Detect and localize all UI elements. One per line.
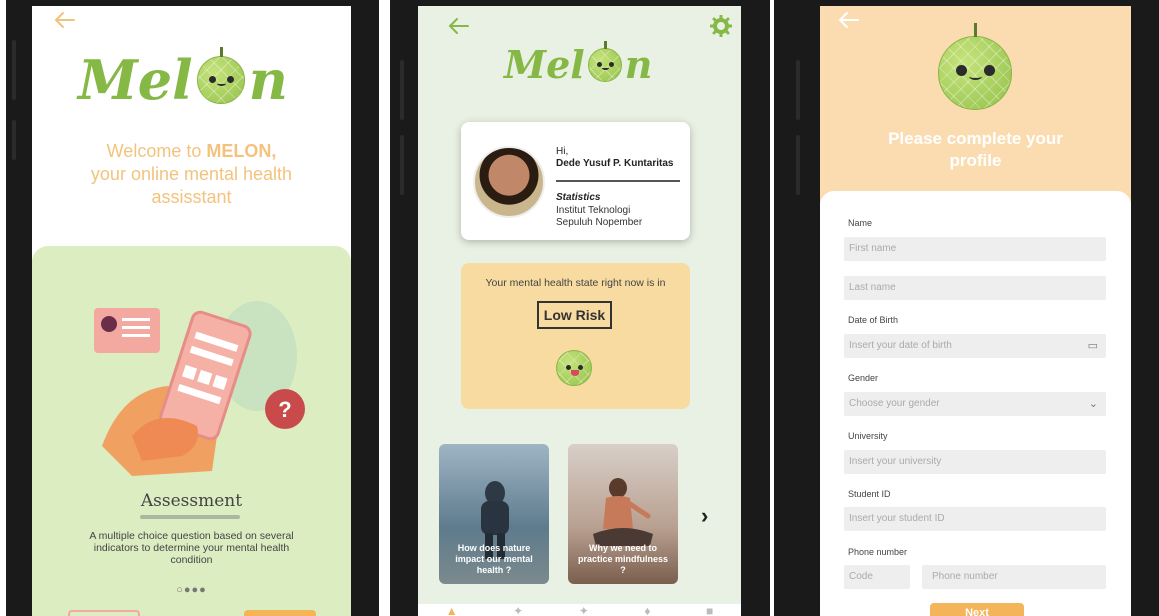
melon-mascot-icon	[556, 350, 592, 386]
welcome-message: Welcome to MELON, your online mental hea…	[32, 140, 351, 209]
meditation-image	[593, 478, 653, 546]
student-id-label: Student ID	[848, 489, 891, 499]
arrow-left-icon[interactable]	[52, 10, 76, 30]
dob-input[interactable]: Insert your date of birth ▭	[844, 334, 1106, 358]
state-text: Your mental health state right now is in	[485, 277, 666, 289]
department: Statistics	[556, 192, 601, 203]
university-placeholder: Insert your university	[849, 456, 942, 467]
logo-text-suffix: n	[248, 48, 288, 112]
chevron-down-icon[interactable]: ⌄	[1089, 392, 1098, 416]
welcome-line3: assisstant	[151, 187, 232, 207]
welcome-line1: Welcome to	[106, 141, 207, 161]
last-name-input[interactable]: Last name	[844, 276, 1106, 300]
user-name: Dede Yusuf P. Kuntaritas	[556, 158, 674, 169]
consult-nav-icon[interactable]: ✦	[579, 604, 589, 616]
divider	[556, 180, 680, 182]
pager-dots[interactable]: ○●●●	[32, 584, 351, 596]
melon-logo: Mel n	[78, 47, 288, 112]
avatar	[473, 146, 545, 218]
article-caption: Why we need to practice mindfulness ?	[577, 543, 669, 575]
code-placeholder: Code	[849, 571, 873, 582]
article-card-nature[interactable]: How does nature impact our mental health…	[439, 444, 549, 584]
student-id-input[interactable]: Insert your student ID	[844, 507, 1106, 531]
assessment-title: Assessment	[140, 491, 243, 511]
logo-text-suffix: n	[624, 42, 653, 87]
next-button[interactable]: Next	[930, 603, 1024, 616]
side-button	[796, 60, 800, 120]
side-button	[400, 60, 404, 120]
phone-welcome: Mel n Welcome to MELON, your online ment…	[6, 0, 379, 616]
gender-placeholder: Choose your gender	[849, 398, 940, 409]
dashboard-screen: Mel n Hi, Dede Yusuf P. Kuntaritas Stati…	[418, 6, 741, 616]
welcome-screen: Mel n Welcome to MELON, your online ment…	[32, 6, 351, 616]
assessment-description: A multiple choice question based on seve…	[89, 530, 294, 566]
title-underline	[140, 515, 240, 519]
risk-level-badge: Low Risk	[537, 301, 612, 329]
institution-line2: Sepuluh Nopember	[556, 217, 643, 228]
dob-label: Date of Birth	[848, 315, 899, 325]
melon-mascot-icon	[587, 40, 622, 82]
article-caption: How does nature impact our mental health…	[455, 543, 533, 575]
calendar-icon[interactable]: ▭	[1088, 334, 1098, 358]
logo-text-prefix: Mel	[78, 48, 193, 112]
phone-profile-form: Please complete your profile Name First …	[774, 0, 1159, 616]
assessment-illustration: ?	[94, 301, 305, 476]
svg-text:?: ?	[278, 397, 291, 422]
gear-icon[interactable]	[710, 15, 732, 37]
welcome-line2: your online mental health	[90, 164, 293, 184]
profile-card[interactable]: Hi, Dede Yusuf P. Kuntaritas Statistics …	[461, 122, 690, 240]
page-title: Please complete your profile	[888, 129, 1063, 170]
arrow-left-icon[interactable]	[836, 10, 860, 30]
side-button	[12, 40, 16, 100]
assessment-nav-icon[interactable]: ✦	[513, 604, 523, 616]
chevron-right-icon[interactable]: ›	[701, 503, 708, 529]
phone-code-input[interactable]: Code	[844, 565, 910, 589]
mental-state-card[interactable]: Your mental health state right now is in…	[461, 263, 690, 409]
institution-line1: Institut Teknologi	[556, 205, 631, 216]
greeting: Hi,	[556, 146, 569, 157]
profile-nav-icon[interactable]: ■	[706, 604, 713, 616]
phone-dashboard: Mel n Hi, Dede Yusuf P. Kuntaritas Stati…	[390, 0, 770, 616]
university-input[interactable]: Insert your university	[844, 450, 1106, 474]
arrow-left-icon[interactable]	[446, 16, 470, 36]
next-button[interactable]	[244, 610, 316, 616]
melon-logo: Mel n	[504, 40, 653, 87]
phone-number-input[interactable]: Phone number	[922, 565, 1106, 589]
dob-placeholder: Insert your date of birth	[849, 340, 952, 351]
profile-form-screen: Please complete your profile Name First …	[820, 6, 1131, 616]
phone-label: Phone number	[848, 547, 908, 557]
bottom-navigation: ▲ ✦ ✦ ♦ ■	[418, 604, 741, 616]
article-nav-icon[interactable]: ♦	[644, 604, 650, 616]
phone-placeholder: Phone number	[932, 571, 998, 582]
side-button	[12, 120, 16, 160]
university-label: University	[848, 431, 888, 441]
side-button	[400, 135, 404, 195]
first-name-input[interactable]: First name	[844, 237, 1106, 261]
home-icon[interactable]: ▲	[446, 604, 458, 616]
article-card-mindfulness[interactable]: Why we need to practice mindfulness ?	[568, 444, 678, 584]
name-label: Name	[848, 218, 873, 228]
gender-select[interactable]: Choose your gender ⌄	[844, 392, 1106, 416]
profile-form: Name First name Last name Date of Birth …	[820, 191, 1131, 616]
student-id-placeholder: Insert your student ID	[849, 513, 945, 524]
melon-mascot-icon	[938, 23, 1012, 110]
side-button	[796, 135, 800, 195]
first-name-placeholder: First name	[849, 243, 897, 254]
skip-button[interactable]	[68, 610, 140, 616]
logo-text-prefix: Mel	[504, 42, 585, 87]
melon-mascot-icon	[196, 47, 245, 104]
last-name-placeholder: Last name	[849, 282, 896, 293]
gender-label: Gender	[848, 373, 879, 383]
welcome-brand: MELON,	[206, 141, 277, 161]
